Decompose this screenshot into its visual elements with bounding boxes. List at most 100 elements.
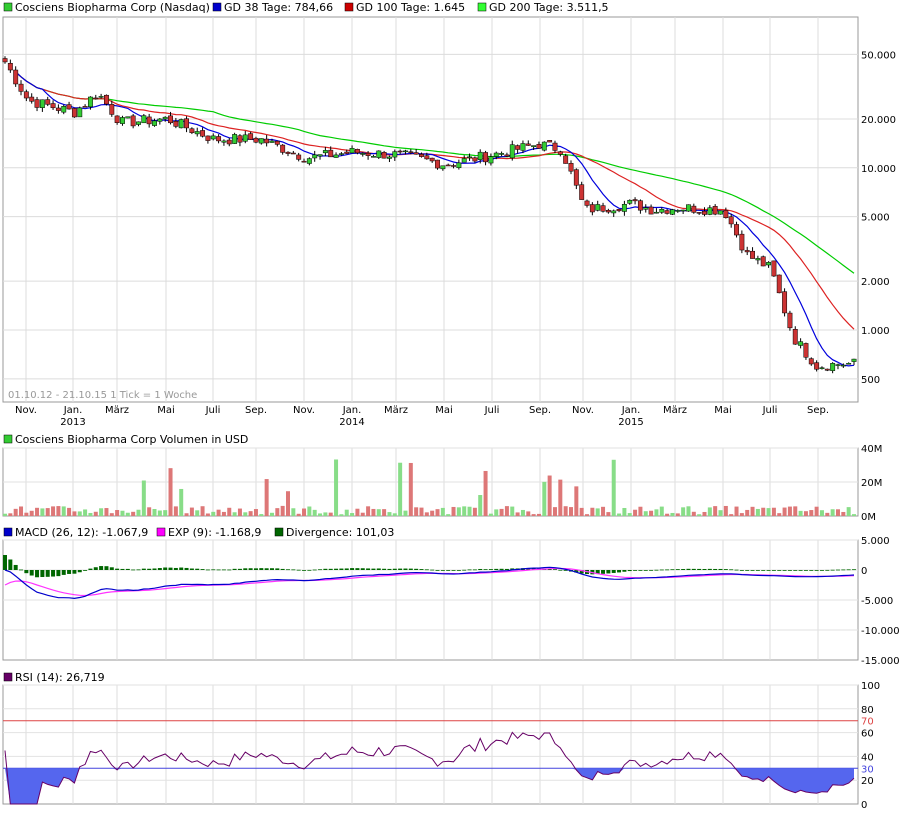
volume-bar [334, 459, 339, 516]
volume-bar [312, 509, 317, 516]
candle-body [456, 162, 462, 168]
divergence-bar [504, 568, 509, 570]
legend-swatch [274, 527, 284, 537]
volume-bar [627, 513, 632, 516]
divergence-bar [323, 568, 328, 570]
candle-body [130, 115, 136, 127]
candle-body [445, 164, 451, 167]
candle-body [50, 103, 56, 109]
divergence-bar [173, 567, 178, 570]
volume-bar [51, 506, 56, 516]
candle-body [93, 97, 99, 100]
y-tick-label: 0 [861, 566, 867, 577]
volume-bar [531, 514, 536, 516]
divergence-bar [675, 569, 680, 570]
candle-body [184, 118, 189, 129]
volume-bar [649, 510, 654, 516]
candle-body [216, 136, 222, 142]
y-tick-label: 10.000 [861, 164, 896, 175]
volume-bar [835, 509, 840, 516]
candle-body [237, 135, 243, 143]
divergence-bar [93, 567, 98, 570]
x-tick-label: Jan. [621, 405, 641, 416]
divergence-bar [275, 568, 280, 570]
volume-bar [510, 506, 515, 516]
candle-body [787, 312, 793, 329]
divergence-bar [601, 570, 606, 574]
range-note: 01.10.12 - 21.10.15 1 Tick = 1 Woche [8, 390, 197, 401]
volume-bar [419, 507, 424, 516]
volume-bar [403, 510, 408, 516]
divergence-bar [819, 570, 824, 571]
x-tick-label: Jan. [342, 405, 362, 416]
rsi-legend: RSI (14): 26,719 [3, 671, 105, 684]
y-tick-label: 5.000 [861, 213, 890, 224]
volume-bar [227, 507, 232, 516]
divergence-bar [200, 569, 205, 570]
divergence-bar [702, 568, 707, 570]
candle-body [616, 209, 622, 212]
candle-body [531, 145, 537, 148]
volume-bar [45, 508, 50, 516]
volume-bar [777, 513, 782, 516]
volume-bar [675, 513, 680, 516]
divergence-bar [739, 570, 744, 571]
candle-body [221, 140, 227, 143]
y-tick-label: -5.000 [861, 596, 893, 607]
y-tick-label: 30 [861, 764, 874, 775]
volume-bar [120, 510, 125, 516]
candle-body [504, 154, 510, 157]
candle-body [461, 158, 467, 163]
legend-label: GD 38 Tage: 784,66 [224, 1, 333, 14]
volume-bar [745, 509, 750, 516]
divergence-bar [793, 570, 798, 571]
volume-bar [430, 510, 435, 516]
panel-frame [2, 684, 859, 805]
volume-bar [264, 479, 269, 516]
candle-body [798, 341, 804, 346]
divergence-bar [440, 570, 445, 571]
volume-bar [670, 512, 675, 516]
candle-body [413, 152, 419, 155]
volume-bar [307, 506, 312, 516]
x-tick-label: März [105, 405, 129, 416]
divergence-bar [40, 570, 45, 577]
candle-body [55, 107, 61, 111]
candle-body [536, 144, 542, 149]
divergence-bar [723, 569, 728, 570]
divergence-bar [45, 570, 50, 577]
volume-bar [291, 508, 296, 516]
macd-legend: MACD (26, 12): -1.067,9 EXP (9): -1.168,… [3, 526, 394, 539]
y-tick-label: 70 [861, 717, 874, 728]
divergence-bar [830, 569, 835, 571]
volume-bar [83, 509, 88, 516]
candle-body [178, 119, 184, 129]
divergence-bar [825, 569, 830, 571]
volume-bar [734, 506, 739, 516]
divergence-bar [627, 570, 632, 572]
volume-bar [595, 508, 600, 516]
volume-bar [488, 513, 493, 516]
x-tick-label: März [663, 405, 687, 416]
volume-bar [638, 506, 643, 516]
divergence-bar [243, 568, 248, 570]
divergence-bar [67, 570, 72, 574]
volume-bar [440, 507, 445, 516]
y-tick-label: 2.000 [861, 277, 890, 288]
divergence-bar [248, 568, 253, 570]
divergence-bar [318, 569, 323, 571]
divergence-bar [686, 568, 691, 570]
candle-body [66, 104, 72, 110]
divergence-bar [334, 568, 339, 570]
candle-body [835, 364, 841, 366]
candle-body [750, 250, 755, 259]
candle-body [605, 209, 611, 213]
volume-bar [40, 508, 45, 516]
volume-bar [259, 514, 264, 516]
divergence-bar [472, 569, 477, 571]
volume-bar [809, 510, 814, 516]
volume-bar [681, 507, 686, 516]
volume-bar [718, 510, 723, 516]
y-tick-label: 0 [861, 800, 867, 811]
candle-body [280, 144, 286, 153]
